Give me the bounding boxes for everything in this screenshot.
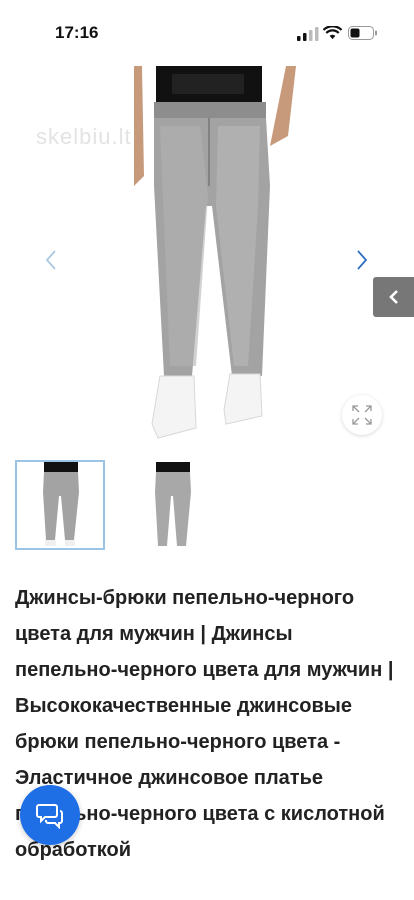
product-image-gallery[interactable]: skelbiu.lt — [0, 66, 414, 446]
battery-icon — [348, 26, 377, 40]
product-jeans-photo — [134, 66, 296, 439]
status-bar: 17:16 — [0, 0, 414, 66]
previous-image-arrow[interactable] — [44, 249, 58, 271]
side-collapse-tab[interactable] — [373, 277, 414, 317]
cellular-signal-icon — [297, 27, 319, 41]
status-time: 17:16 — [55, 23, 99, 42]
thumbnail-jeans-image — [155, 462, 191, 546]
next-image-arrow[interactable] — [355, 249, 369, 271]
chat-bubble-icon — [36, 804, 63, 829]
watermark: skelbiu.lt — [36, 124, 132, 149]
chevron-left-icon — [389, 290, 398, 304]
chat-button[interactable] — [20, 785, 80, 845]
wifi-icon — [323, 26, 342, 40]
expand-icon — [352, 405, 372, 425]
thumbnail-1[interactable] — [15, 460, 105, 550]
thumbnail-jeans-image — [43, 462, 79, 546]
fullscreen-button[interactable] — [342, 395, 382, 435]
thumbnail-2[interactable] — [125, 460, 215, 550]
